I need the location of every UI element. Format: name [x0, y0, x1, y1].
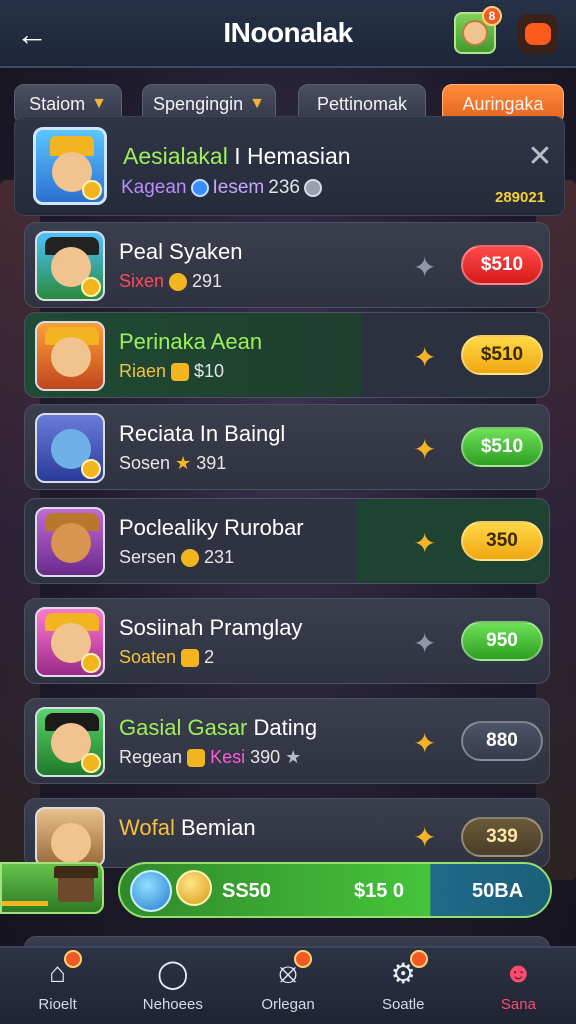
profile-icon: ☻ [503, 957, 534, 988]
coin-icon [81, 753, 101, 773]
coin-icon [81, 459, 101, 479]
price-button[interactable]: $510 [461, 335, 543, 375]
nav-item-chat[interactable]: ◯ Nehoees [115, 948, 230, 1024]
mini-progress-icon [2, 901, 48, 906]
gold-bars-icon [171, 362, 190, 381]
row-name: Gasial Gasar Dating [119, 715, 318, 740]
price-button[interactable]: 339 [461, 817, 543, 857]
row-name: Peal Syaken [119, 239, 243, 264]
emote-icon [525, 23, 551, 45]
back-button[interactable]: ← [14, 16, 50, 52]
favorite-star-icon[interactable]: ✦ [413, 433, 436, 466]
row-name: Perinaka Aean [119, 329, 263, 354]
nav-item-home[interactable]: ⌂ Rioelt [0, 948, 115, 1024]
filter-label: Staiom [29, 93, 86, 114]
featured-card[interactable]: Aesialakal I Hemasian Kagean Iesem 236 ✕… [14, 116, 565, 216]
favorite-star-icon[interactable]: ✦ [413, 727, 436, 760]
chevron-down-icon: ▼ [249, 95, 265, 112]
row-avatar [35, 707, 105, 777]
list-item[interactable]: Sosiinah Pramglay Soaten 2 ✦ 950 [24, 598, 550, 684]
row-avatar [35, 413, 105, 483]
list-item[interactable]: Gasial Gasar Dating Regean Kesi 390 ★ ✦ … [24, 698, 550, 784]
star-icon: ★ [285, 747, 302, 767]
house-icon [54, 866, 98, 902]
row-name: Wofal Bemian [119, 815, 256, 840]
price-button[interactable]: 350 [461, 521, 543, 561]
emote-button[interactable] [518, 14, 558, 54]
favorite-star-icon[interactable]: ✦ [413, 341, 436, 374]
notification-badge [294, 950, 313, 968]
row-subtitle: Sersen 231 [119, 547, 235, 567]
chat-icon: ◯ [157, 957, 189, 989]
row-avatar [35, 507, 105, 577]
featured-name: Aesialakal I Hemasian [123, 143, 351, 169]
star-icon: ★ [175, 453, 192, 473]
feather-icon [130, 870, 172, 912]
filter-label: Spengingin [153, 93, 244, 114]
row-avatar [35, 231, 105, 301]
list-item[interactable]: Reciata In Baingl Sosen ★ 391 ✦ $510 [24, 404, 550, 490]
featured-score: 289021 [495, 189, 546, 206]
arrow-left-icon: ← [16, 15, 48, 52]
gem-icon [190, 179, 209, 197]
list-item[interactable]: Peal Syaken Sixen 291 ✦ $510 [24, 222, 550, 308]
nav-item-compass[interactable]: ⦻ Orlegan [230, 948, 345, 1024]
row-name: Sosiinah Pramglay [119, 615, 303, 640]
coin-icon [169, 272, 188, 291]
row-name: Reciata In Baingl [119, 421, 286, 446]
price-button[interactable]: 950 [461, 621, 543, 661]
coin-icon [81, 653, 101, 673]
nav-item-profile[interactable]: ☻ Sana [461, 948, 576, 1024]
list-item[interactable]: Poclealiky Rurobar Sersen 231 ✦ 350 [24, 498, 550, 584]
row-subtitle: Sixen 291 [119, 271, 223, 291]
page-title: INoonalak [223, 17, 353, 48]
close-button[interactable]: ✕ [523, 139, 557, 173]
filter-label: Auringaka [462, 93, 544, 114]
row-avatar [35, 321, 105, 391]
row-subtitle: Riaen $10 [119, 361, 225, 381]
favorite-star-icon[interactable]: ✦ [413, 821, 436, 854]
header-bar: ← INoonalak 8 [0, 0, 576, 68]
list-item[interactable]: Wofal Bemian ✦ 339 [24, 798, 550, 868]
farm-shortcut-button[interactable] [0, 862, 104, 914]
price-button[interactable]: 880 [461, 721, 543, 761]
currency-progress-bar[interactable]: SS50 $15 0 50BA [118, 862, 552, 918]
coin-icon [176, 870, 212, 906]
chevron-down-icon: ▼ [91, 95, 107, 112]
coin-icon [82, 180, 102, 200]
row-avatar [35, 607, 105, 677]
silver-coin-icon [303, 179, 322, 197]
gold-bars-icon [187, 748, 206, 767]
notification-badge: 8 [482, 6, 502, 26]
coin-icon [81, 277, 101, 297]
featured-subtitle: Kagean Iesem 236 [121, 177, 322, 199]
filter-label: Pettinomak [316, 93, 408, 114]
notification-badge [64, 950, 82, 968]
price-button[interactable]: $510 [461, 427, 543, 467]
currency-amount: SS50 [222, 880, 271, 902]
bottom-navigation: ⌂ Rioelt ◯ Nehoees ⦻ Orlegan ⚙ Soatle ☻ … [0, 946, 576, 1024]
list-item[interactable]: Perinaka Aean Riaen $10 ✦ $510 [24, 312, 550, 398]
coin-icon [181, 548, 200, 567]
row-name: Poclealiky Rurobar [119, 515, 304, 540]
favorite-star-icon[interactable]: ✦ [413, 627, 436, 660]
price-button[interactable]: $510 [461, 245, 543, 285]
currency-price: $15 0 [354, 880, 405, 902]
favorite-star-icon[interactable]: ✦ [413, 251, 436, 284]
featured-avatar [33, 127, 107, 205]
notification-badge [409, 950, 428, 968]
nav-item-settings[interactable]: ⚙ Soatle [346, 948, 461, 1024]
row-subtitle: Regean Kesi 390 ★ [119, 747, 302, 767]
avatar-face-icon [462, 20, 488, 46]
favorite-star-icon[interactable]: ✦ [413, 527, 436, 560]
currency-secondary: 50BA [472, 880, 524, 902]
row-subtitle: Sosen ★ 391 [119, 453, 227, 473]
gold-bars-icon [181, 648, 200, 667]
close-icon: ✕ [527, 139, 553, 173]
row-subtitle: Soaten 2 [119, 647, 215, 667]
row-avatar [35, 807, 105, 867]
